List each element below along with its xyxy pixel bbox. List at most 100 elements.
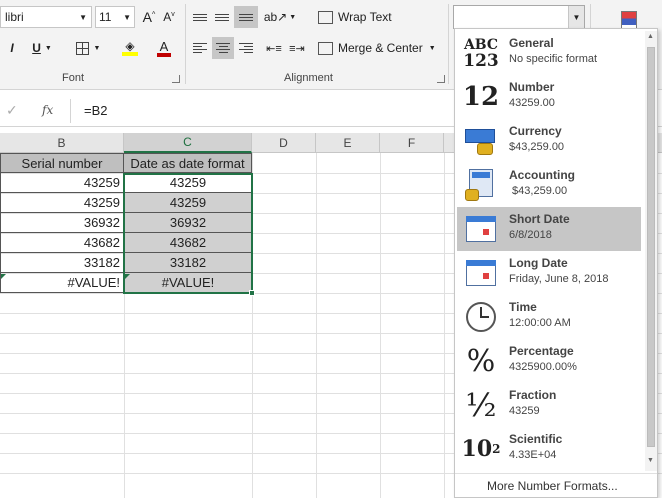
font-size-value: 11 <box>99 10 112 24</box>
increase-indent-button[interactable]: ≡⇥ <box>287 37 307 59</box>
format-sample: 43259.00 <box>509 97 555 109</box>
fill-handle[interactable] <box>249 290 255 296</box>
column-header-b[interactable]: B <box>0 133 124 153</box>
number-format-select[interactable]: ▼ <box>453 5 585 29</box>
bottom-align-button[interactable] <box>234 6 258 28</box>
scrollbar-thumb[interactable] <box>647 47 655 447</box>
middle-align-button[interactable] <box>212 6 232 28</box>
font-size-select[interactable]: 11 ▼ <box>95 6 135 28</box>
header-cell-b[interactable]: Serial number <box>0 153 124 173</box>
align-right-icon <box>239 43 253 53</box>
format-name: Time <box>509 300 537 314</box>
chevron-down-icon: ▼ <box>428 44 436 52</box>
fraction-half-icon: ½ <box>465 386 497 424</box>
formula-input[interactable]: =B2 <box>84 103 108 118</box>
format-name: Scientific <box>509 432 563 446</box>
cell-b[interactable]: 43259 <box>0 193 124 213</box>
font-color-icon: A <box>159 38 169 54</box>
font-color-button[interactable]: A <box>148 37 180 59</box>
format-name: Accounting <box>509 168 575 182</box>
merge-center-label: Merge & Center <box>338 41 423 55</box>
orientation-button[interactable]: ab↗ ▼ <box>264 6 296 28</box>
chevron-down-icon: ▼ <box>289 13 297 21</box>
merge-center-button[interactable]: Merge & Center ▼ <box>318 37 440 59</box>
font-name-select[interactable]: libri ▼ <box>0 6 92 28</box>
format-sample: 4.33E+04 <box>509 449 557 461</box>
scientific-10-squared-icon: 10 2 <box>461 436 501 462</box>
column-header-e[interactable]: E <box>316 133 380 153</box>
top-align-button[interactable] <box>190 6 210 28</box>
chevron-down-icon: ▼ <box>572 12 581 22</box>
format-item-percentage[interactable]: % Percentage 4325900.00% <box>457 339 641 383</box>
cell-b[interactable]: 33182 <box>0 253 124 273</box>
format-sample: 4325900.00% <box>509 361 577 373</box>
number-12-icon: 12 <box>462 82 500 112</box>
fx-icon[interactable]: fx <box>42 103 53 117</box>
column-header-d[interactable]: D <box>252 133 316 153</box>
borders-icon <box>75 41 89 55</box>
cell-b-error[interactable]: #VALUE! <box>0 273 124 293</box>
align-right-button[interactable] <box>236 37 256 59</box>
scroll-up-icon[interactable]: ▲ <box>647 33 654 40</box>
cell-b[interactable]: 43259 <box>0 173 124 193</box>
menu-scrollbar[interactable]: ▲ ▼ <box>645 31 657 471</box>
error-indicator-icon[interactable] <box>1 274 6 279</box>
format-item-general[interactable]: ABC 123 General No specific format <box>457 31 641 75</box>
format-sample: 43259 <box>509 405 540 417</box>
shrink-font-button[interactable]: Av <box>160 6 178 28</box>
grow-font-icon: A^ <box>142 9 156 25</box>
wrap-text-label: Wrap Text <box>338 10 392 24</box>
format-sample: 6/8/2018 <box>509 229 552 241</box>
selection-border <box>123 173 253 294</box>
format-name: Short Date <box>509 212 570 226</box>
format-sample: $43,259.00 <box>509 141 565 153</box>
italic-button[interactable]: I <box>4 37 20 59</box>
format-name: Number <box>509 80 555 94</box>
format-item-currency[interactable]: Currency $43,259.00 <box>457 119 641 163</box>
shrink-font-icon: Av <box>163 10 175 24</box>
scroll-down-icon[interactable]: ▼ <box>647 457 654 464</box>
borders-button[interactable]: ▼ <box>70 37 106 59</box>
underline-icon: U <box>32 41 41 55</box>
format-item-scientific[interactable]: 10 2 Scientific 4.33E+04 <box>457 427 641 471</box>
format-item-time[interactable]: Time 12:00:00 AM <box>457 295 641 339</box>
format-item-fraction[interactable]: ½ Fraction 43259 <box>457 383 641 427</box>
format-sample: 12:00:00 AM <box>509 317 571 329</box>
format-item-long-date[interactable]: Long Date Friday, June 8, 2018 <box>457 251 641 295</box>
column-header-f[interactable]: F <box>380 133 444 153</box>
paint-bucket-icon: ◈ <box>125 39 135 53</box>
cell-b[interactable]: 36932 <box>0 213 124 233</box>
column-header-c[interactable]: C <box>124 133 252 153</box>
decrease-indent-button[interactable]: ⇤≡ <box>264 37 284 59</box>
chevron-down-icon: ▼ <box>93 44 101 52</box>
group-separator <box>448 4 449 84</box>
number-format-dropdown-button[interactable]: ▼ <box>568 6 584 28</box>
center-button[interactable] <box>212 37 234 59</box>
top-align-icon <box>193 13 207 21</box>
format-name: General <box>509 36 554 50</box>
wrap-text-icon <box>318 10 333 24</box>
underline-button[interactable]: U ▼ <box>26 37 58 59</box>
cell-b[interactable]: 43682 <box>0 233 124 253</box>
format-item-accounting[interactable]: Accounting $43,259.00 <box>457 163 641 207</box>
middle-align-icon <box>215 13 229 21</box>
format-sample: $43,259.00 <box>509 185 568 197</box>
format-name: Currency <box>509 124 562 138</box>
font-dialog-launcher-icon[interactable] <box>172 75 180 83</box>
format-item-short-date[interactable]: Short Date 6/8/2018 <box>457 207 641 251</box>
align-left-button[interactable] <box>190 37 210 59</box>
clock-icon <box>463 299 499 335</box>
align-left-icon <box>193 43 207 53</box>
number-format-menu: ABC 123 General No specific format 12 Nu… <box>454 28 658 498</box>
fill-color-button[interactable]: ◈ <box>114 37 146 59</box>
format-item-number[interactable]: 12 Number 43259.00 <box>457 75 641 119</box>
grow-font-button[interactable]: A^ <box>140 6 158 28</box>
gridline <box>444 153 445 498</box>
check-icon[interactable]: ✓ <box>6 102 18 119</box>
wrap-text-button[interactable]: Wrap Text <box>318 6 398 28</box>
alignment-dialog-launcher-icon[interactable] <box>437 75 445 83</box>
long-date-calendar-icon <box>463 255 499 291</box>
header-cell-c[interactable]: Date as date format <box>124 153 252 173</box>
chevron-down-icon: ▼ <box>79 12 87 22</box>
more-number-formats-link[interactable]: More Number Formats... <box>487 479 618 493</box>
